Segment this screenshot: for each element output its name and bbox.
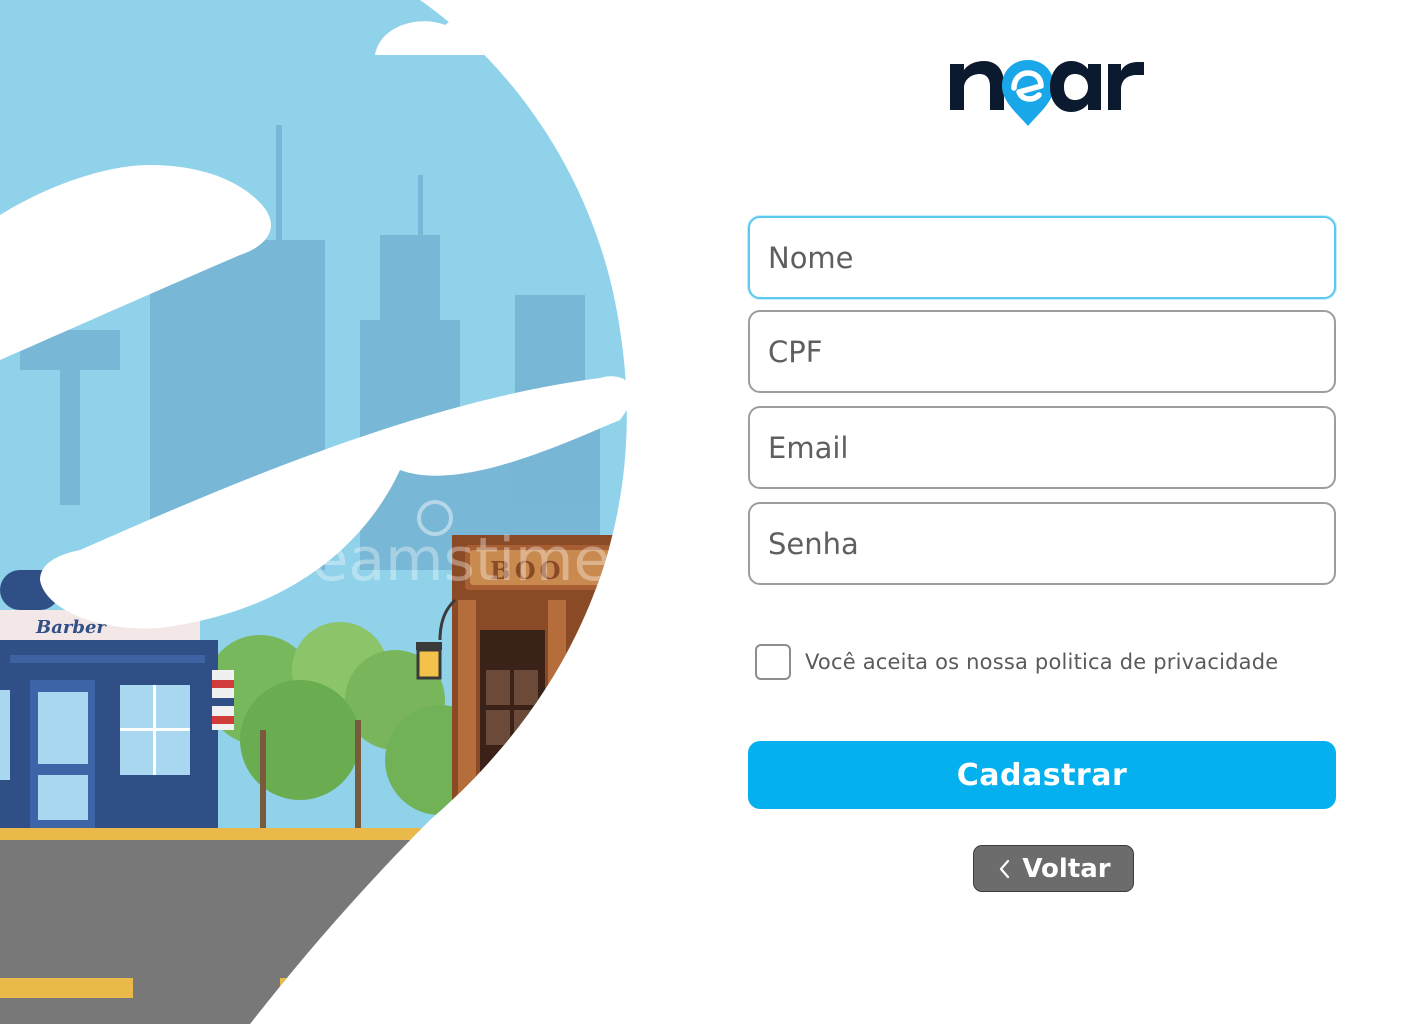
near-logo: [950, 60, 1144, 126]
register-button-label: Cadastrar: [956, 757, 1128, 793]
email-field[interactable]: [748, 406, 1336, 489]
privacy-consent: Você aceita os nossa politica de privaci…: [755, 644, 1278, 680]
back-button-label: Voltar: [1022, 853, 1111, 884]
privacy-checkbox[interactable]: [755, 644, 791, 680]
chevron-left-icon: [1000, 859, 1010, 878]
back-button[interactable]: Voltar: [973, 845, 1134, 892]
register-button[interactable]: Cadastrar: [748, 741, 1336, 809]
signup-screen: Barber BOO dreamstime Nome CPF Email Voc…: [0, 0, 1411, 1024]
cpf-field[interactable]: [748, 310, 1336, 393]
city-street-scene: Barber BOO dreamstime: [0, 0, 635, 1024]
privacy-consent-label: Você aceita os nossa politica de privaci…: [805, 650, 1279, 674]
name-field[interactable]: [748, 216, 1336, 299]
password-field[interactable]: [748, 502, 1336, 585]
map-pin-icon: [1002, 60, 1054, 126]
hero-illustration: Barber BOO dreamstime: [0, 0, 720, 1024]
